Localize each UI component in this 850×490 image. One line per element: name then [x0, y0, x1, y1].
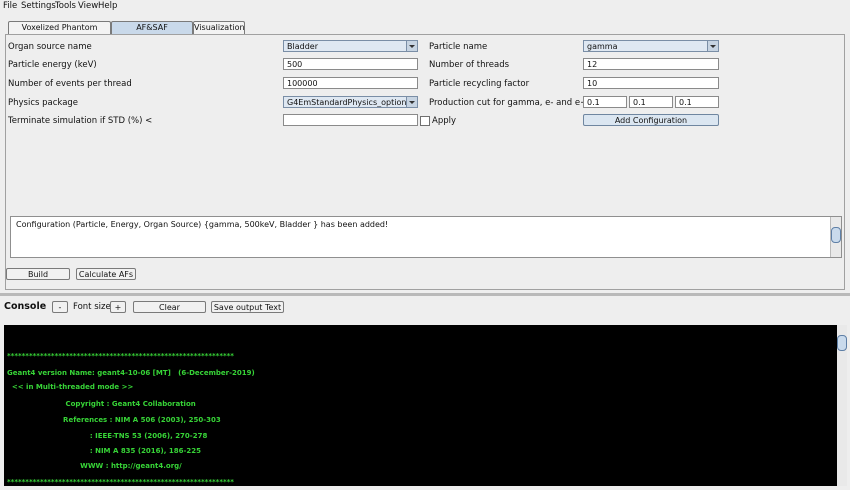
message-area: Configuration (Particle, Energy, Organ S…: [10, 216, 842, 258]
threads-label: Number of threads: [429, 60, 510, 70]
menu-file[interactable]: File: [3, 1, 17, 11]
message-text: Configuration (Particle, Energy, Organ S…: [16, 220, 389, 229]
console-line: References : NIM A 506 (2003), 250-303: [7, 416, 221, 424]
menu-view[interactable]: View: [78, 1, 98, 11]
chevron-down-icon: [406, 41, 417, 51]
energy-input[interactable]: 500: [283, 58, 418, 70]
apply-label: Apply: [432, 116, 456, 126]
particle-name-value: gamma: [587, 42, 618, 51]
menu-bar: File Settings Tools View Help: [0, 0, 850, 13]
menu-help[interactable]: Help: [98, 1, 117, 11]
particle-name-label: Particle name: [429, 42, 488, 52]
console-scrollbar[interactable]: [837, 325, 847, 486]
scrollbar-thumb[interactable]: [837, 335, 847, 351]
events-input[interactable]: 100000: [283, 77, 418, 89]
std-input[interactable]: [283, 114, 418, 126]
console-title: Console: [4, 301, 47, 312]
events-label: Number of events per thread: [8, 79, 132, 89]
clear-button[interactable]: Clear: [133, 301, 206, 313]
physics-label: Physics package: [8, 98, 79, 108]
console-line: << in Multi-threaded mode >>: [7, 383, 134, 391]
console-line: ****************************************…: [7, 352, 234, 360]
chevron-down-icon: [406, 97, 417, 107]
console-line: ****************************************…: [7, 478, 234, 486]
console-line: Geant4 version Name: geant4-10-06 [MT] (…: [7, 369, 255, 377]
font-size-label: Font size: [73, 302, 111, 312]
organ-source-select[interactable]: Bladder: [283, 40, 418, 52]
physics-select[interactable]: G4EmStandardPhysics_option3: [283, 96, 418, 108]
organ-source-value: Bladder: [287, 42, 318, 51]
add-configuration-button[interactable]: Add Configuration: [583, 114, 719, 126]
console-line: WWW : http://geant4.org/: [7, 462, 182, 470]
recycling-label: Particle recycling factor: [429, 79, 530, 89]
cut-electron-input[interactable]: 0.1: [629, 96, 673, 108]
tab-visualization[interactable]: Visualization: [193, 21, 245, 34]
recycling-input[interactable]: 10: [583, 77, 719, 89]
font-size-increase-button[interactable]: +: [110, 301, 126, 313]
physics-value: G4EmStandardPhysics_option3: [287, 98, 412, 107]
chevron-down-icon: [707, 41, 718, 51]
font-size-decrease-button[interactable]: -: [52, 301, 68, 313]
console-line: : IEEE-TNS 53 (2006), 270-278: [7, 432, 208, 440]
split-pane-divider[interactable]: [0, 293, 850, 296]
tab-af-saf-calculations[interactable]: AF&SAF Calculations: [111, 21, 193, 44]
save-output-button[interactable]: Save output Text: [211, 301, 284, 313]
console-output[interactable]: ****************************************…: [4, 325, 847, 486]
std-label: Terminate simulation if STD (%) <: [8, 116, 153, 126]
message-scrollbar[interactable]: [830, 217, 841, 257]
tab-voxelized-phantom-builder[interactable]: Voxelized Phantom Builder: [8, 21, 111, 44]
build-button[interactable]: Build: [6, 268, 70, 280]
console-line: : NIM A 835 (2016), 186-225: [7, 447, 201, 455]
cut-positron-input[interactable]: 0.1: [675, 96, 719, 108]
menu-tools[interactable]: Tools: [55, 1, 76, 11]
organ-source-label: Organ source name: [8, 42, 92, 52]
threads-input[interactable]: 12: [583, 58, 719, 70]
energy-label: Particle energy (keV): [8, 60, 97, 70]
scrollbar-thumb[interactable]: [831, 227, 841, 243]
cut-gamma-input[interactable]: 0.1: [583, 96, 627, 108]
console-line: Copyright : Geant4 Collaboration: [7, 400, 196, 408]
menu-settings[interactable]: Settings: [21, 1, 56, 11]
apply-checkbox[interactable]: [420, 116, 430, 126]
particle-name-select[interactable]: gamma: [583, 40, 719, 52]
calculate-afs-button[interactable]: Calculate AFs: [76, 268, 136, 280]
